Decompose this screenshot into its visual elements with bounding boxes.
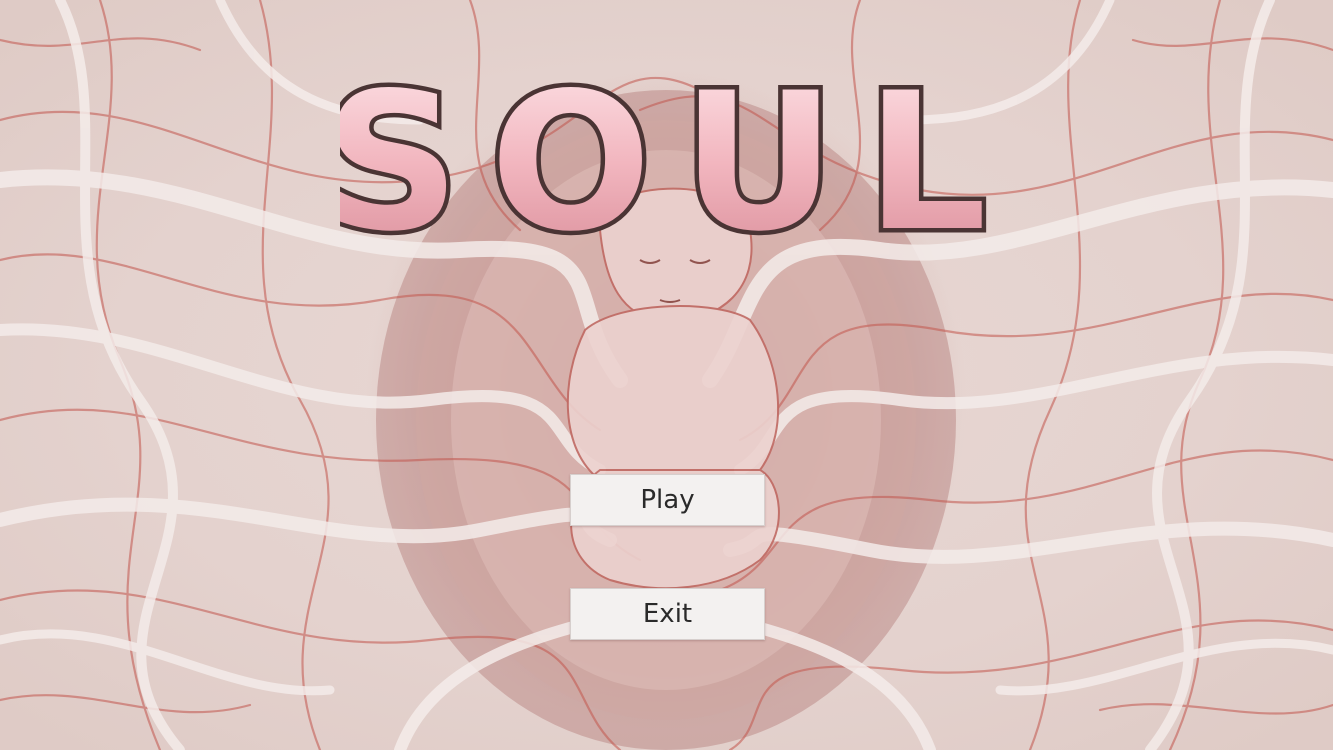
exit-button-label: Exit [642, 599, 693, 629]
exit-button[interactable]: Exit [570, 588, 765, 640]
play-button[interactable]: Play [570, 474, 765, 526]
main-menu-screen: SOUL Play Exit [0, 0, 1333, 750]
title-svg: SOUL [319, 48, 1000, 278]
play-button-label: Play [640, 485, 695, 515]
game-title-text: SOUL [340, 52, 1000, 270]
game-title-logo: SOUL [319, 48, 1000, 278]
